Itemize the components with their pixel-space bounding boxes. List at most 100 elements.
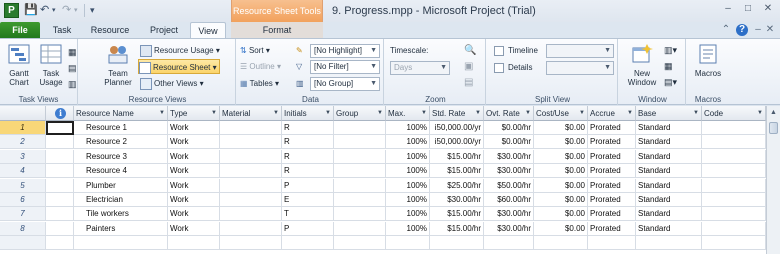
group-cell[interactable] [334,178,386,193]
std-rate-cell[interactable]: i50,000.00/yr [430,135,484,150]
customize-qat-icon[interactable]: ▾ [90,3,95,18]
ovt-rate-cell[interactable]: $30.00/hr [484,164,534,179]
base-cell[interactable]: Standard [636,221,702,236]
column-header-initials[interactable]: Initials ▼ [282,106,334,121]
base-cell[interactable]: Standard [636,164,702,179]
cost-use-cell[interactable] [534,236,588,251]
vertical-scrollbar[interactable]: ▲ [766,106,780,254]
cost-use-cell[interactable]: $0.00 [534,178,588,193]
group-cell[interactable] [334,121,386,135]
code-cell[interactable] [702,207,766,222]
type-cell[interactable]: Work [168,178,220,193]
calendar-icon[interactable]: ▤ [68,61,77,76]
gantt-chart-button[interactable]: Gantt Chart [2,43,36,87]
resource-sheet-button[interactable]: Resource Sheet ▾ [138,59,220,74]
std-rate-cell[interactable]: $30.00/hr [430,193,484,207]
indicator-cell[interactable] [46,221,74,236]
details-checkbox[interactable] [494,63,504,73]
material-cell[interactable] [220,221,282,236]
arrange-all-icon[interactable]: ▦ [664,59,673,74]
type-cell[interactable]: Work [168,193,220,207]
code-cell[interactable] [702,164,766,179]
max-units-cell[interactable]: 100% [386,207,430,222]
accrue-cell[interactable]: Prorated [588,193,636,207]
std-rate-cell[interactable]: i50,000.00/yr [430,121,484,135]
group-cell[interactable] [334,149,386,164]
column-filter-icon[interactable]: ▼ [273,106,279,120]
ovt-rate-cell[interactable]: $0.00/hr [484,121,534,135]
base-cell[interactable]: Standard [636,149,702,164]
code-cell[interactable] [702,193,766,207]
material-cell[interactable] [220,207,282,222]
tab-format[interactable]: Format [240,22,314,38]
tab-resource[interactable]: Resource [84,22,136,38]
help-icon[interactable]: ? [736,24,748,36]
cost-use-cell[interactable]: $0.00 [534,149,588,164]
task-usage-button[interactable]: Task Usage [36,43,66,87]
sort-button[interactable]: ⇅ Sort ▾ [240,43,270,58]
column-header-material[interactable]: Material ▼ [220,106,282,121]
group-by-combo[interactable]: [No Group] ▼ [310,77,380,91]
material-cell[interactable] [220,193,282,207]
column-header-base[interactable]: Base ▼ [636,106,702,121]
indicator-cell[interactable] [46,236,74,251]
accrue-cell[interactable]: Prorated [588,121,636,135]
row-number[interactable]: 4 [0,164,46,179]
column-filter-icon[interactable]: ▼ [579,106,585,120]
resource-name-cell[interactable] [74,236,168,251]
close-icon[interactable]: ✕ [762,3,774,15]
save-icon[interactable]: 💾 [24,3,38,18]
cost-use-cell[interactable]: $0.00 [534,193,588,207]
switch-windows-icon[interactable]: ▥▾ [664,43,677,58]
code-cell[interactable] [702,178,766,193]
indicator-cell[interactable] [46,207,74,222]
type-cell[interactable]: Work [168,207,220,222]
accrue-cell[interactable]: Prorated [588,221,636,236]
column-filter-icon[interactable]: ▼ [693,106,699,120]
minimize-icon[interactable]: – [722,3,734,15]
initials-cell[interactable]: R [282,135,334,150]
indicators-column-header[interactable]: i [46,106,74,121]
select-all-corner[interactable] [0,106,46,121]
outline-button[interactable]: ☰ Outline ▾ [240,59,281,74]
indicator-cell[interactable] [46,135,74,150]
tab-task[interactable]: Task [44,22,80,38]
initials-cell[interactable] [282,236,334,251]
material-cell[interactable] [220,178,282,193]
details-combo[interactable]: ▼ [546,61,614,75]
std-rate-cell[interactable]: $15.00/hr [430,164,484,179]
max-units-cell[interactable] [386,236,430,251]
accrue-cell[interactable]: Prorated [588,135,636,150]
timeline-combo[interactable]: ▼ [546,44,614,58]
column-filter-icon[interactable]: ▼ [475,106,481,120]
column-filter-icon[interactable]: ▼ [159,106,165,120]
cost-use-cell[interactable]: $0.00 [534,164,588,179]
column-header-ovt-rate[interactable]: Ovt. Rate ▼ [484,106,534,121]
max-units-cell[interactable]: 100% [386,193,430,207]
column-filter-icon[interactable]: ▼ [757,106,763,120]
initials-cell[interactable]: T [282,207,334,222]
std-rate-cell[interactable]: $15.00/hr [430,221,484,236]
accrue-cell[interactable]: Prorated [588,164,636,179]
column-header-code[interactable]: Code ▼ [702,106,766,121]
initials-cell[interactable]: R [282,149,334,164]
code-cell[interactable] [702,149,766,164]
macros-button[interactable]: Macros [690,43,726,78]
max-units-cell[interactable]: 100% [386,221,430,236]
initials-cell[interactable]: E [282,193,334,207]
team-planner-button[interactable]: Team Planner [100,43,136,87]
resource-name-cell[interactable]: Resource 3 [74,149,168,164]
redo-icon[interactable]: ↷ [62,3,71,18]
base-cell[interactable]: Standard [636,178,702,193]
initials-cell[interactable]: P [282,178,334,193]
new-window-button[interactable]: New Window [624,43,660,87]
column-filter-icon[interactable]: ▼ [421,106,427,120]
type-cell[interactable]: Work [168,164,220,179]
code-cell[interactable] [702,121,766,135]
group-cell[interactable] [334,236,386,251]
hide-window-icon[interactable]: ▤▾ [664,75,677,90]
material-cell[interactable] [220,164,282,179]
cost-use-cell[interactable]: $0.00 [534,121,588,135]
std-rate-cell[interactable]: $25.00/hr [430,178,484,193]
filter-icon[interactable]: ▽ [296,59,302,74]
